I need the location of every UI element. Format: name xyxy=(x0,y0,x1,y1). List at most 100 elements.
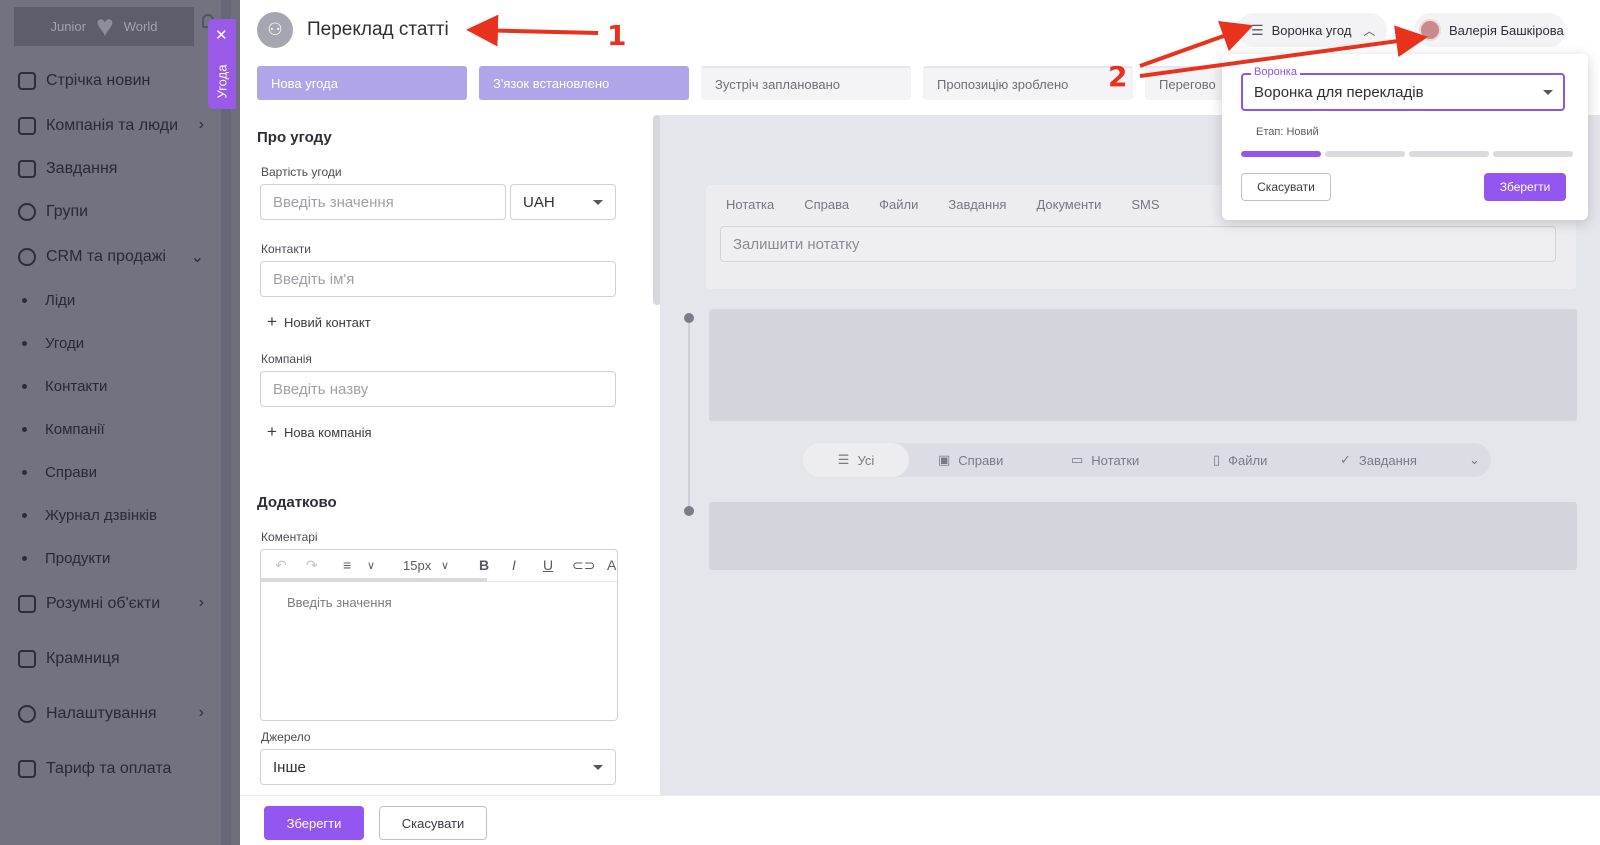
sidebar-subitem-leads[interactable]: Ліди xyxy=(22,287,75,313)
sidebar-item-smart-objects[interactable]: Розумні об'єкти › xyxy=(18,590,208,618)
filter-tasks[interactable]: ✓ Завдання xyxy=(1340,452,1417,468)
link-icon[interactable]: ⊂⊃ xyxy=(572,557,595,574)
chevron-down-icon: ⌄ xyxy=(190,249,204,266)
company-label: Компанія xyxy=(261,352,312,366)
sidebar-item-company[interactable]: Компанія та люди › xyxy=(18,112,208,140)
new-company-label: Нова компанія xyxy=(283,424,372,440)
sidebar-subitem-call-log[interactable]: Журнал дзвінків xyxy=(22,502,157,528)
sidebar-item-tasks[interactable]: Завдання xyxy=(18,155,208,183)
sidebar-item-label: Налаштування xyxy=(46,705,157,722)
timeline-line xyxy=(688,323,690,509)
sidebar-item-store[interactable]: Крамниця xyxy=(18,645,208,673)
new-company-link[interactable]: + Нова компанія xyxy=(267,422,372,442)
annotation-number-1: 1 xyxy=(607,19,627,52)
tab-case[interactable]: Справа xyxy=(804,197,849,212)
funnel-select[interactable]: Воронка Воронка для перекладів xyxy=(1241,66,1565,111)
comments-editor[interactable]: ↶ ↷ ≡ ∨ 15px ∨ B I U ⊂⊃ A Введіть значен… xyxy=(260,549,618,721)
deal-value-label: Вартість угоди xyxy=(261,165,342,179)
font-size-select[interactable]: 15px xyxy=(403,558,431,573)
chevron-down-icon[interactable]: ∨ xyxy=(441,559,449,572)
sidebar-subitem-contacts[interactable]: Контакти xyxy=(22,373,107,399)
sidebar-subitem-deals[interactable]: Угоди xyxy=(22,330,84,356)
list-icon: ☰ xyxy=(837,452,850,467)
tab-note[interactable]: Нотатка xyxy=(726,197,774,212)
sidebar-scrollbar[interactable] xyxy=(221,0,231,845)
popover-cancel-button[interactable]: Скасувати xyxy=(1241,173,1331,201)
caret-down-icon xyxy=(593,200,603,205)
calendar-icon: ▣ xyxy=(938,452,951,467)
sidebar-subitem-activities[interactable]: Справи xyxy=(22,459,97,485)
plus-icon: + xyxy=(267,422,277,441)
cancel-button[interactable]: Скасувати xyxy=(379,806,487,840)
filter-files[interactable]: ▯ Файли xyxy=(1213,452,1267,468)
close-icon[interactable]: ✕ xyxy=(215,28,228,43)
responsible-user-button[interactable]: Валерія Башкірова xyxy=(1414,13,1566,47)
funnel-button-label: Воронка угод xyxy=(1271,22,1352,38)
currency-value: UAH xyxy=(523,193,555,211)
source-select[interactable]: Інше xyxy=(260,749,616,785)
filter-icon: ☰ xyxy=(1251,21,1264,38)
home-icon xyxy=(18,72,36,90)
company-input[interactable]: Введіть назву xyxy=(260,371,616,407)
filter-all[interactable]: ☰ Усі xyxy=(803,443,909,477)
sidebar-item-news[interactable]: Стрічка новин xyxy=(18,67,208,95)
deal-value-input[interactable]: Введіть значення xyxy=(260,184,506,220)
deal-value-placeholder: Введіть значення xyxy=(273,193,394,211)
tab-files[interactable]: Файли xyxy=(879,197,918,212)
sidebar-subitem-companies[interactable]: Компанії xyxy=(22,416,105,442)
tab-sms[interactable]: SMS xyxy=(1131,197,1159,212)
chevron-down-icon[interactable]: ∨ xyxy=(367,559,375,572)
redo-icon[interactable]: ↷ xyxy=(306,557,318,574)
sidebar-item-billing[interactable]: Тариф та оплата xyxy=(18,755,208,783)
section-title-about: Про угоду xyxy=(257,129,332,146)
popover-save-button[interactable]: Зберегти xyxy=(1484,173,1566,201)
italic-icon[interactable]: I xyxy=(512,557,516,573)
sidebar-subitem-label: Компанії xyxy=(45,420,105,438)
undo-icon[interactable]: ↶ xyxy=(275,557,287,574)
stage-contact-established[interactable]: З'язок встановлено xyxy=(479,66,689,100)
filter-label: Завдання xyxy=(1358,452,1417,468)
contacts-input[interactable]: Введіть ім'я xyxy=(260,261,616,297)
file-icon: ▯ xyxy=(1213,452,1221,467)
stage-progress xyxy=(1241,151,1573,157)
sidebar-item-label: Групи xyxy=(46,203,89,220)
filter-notes[interactable]: ▭ Нотатки xyxy=(1071,452,1139,468)
page-title[interactable]: Переклад статті xyxy=(307,19,449,41)
sidebar-item-label: Крамниця xyxy=(46,650,120,667)
logo-text-left: Junior xyxy=(50,19,86,34)
tab-tasks[interactable]: Завдання xyxy=(948,197,1006,212)
sidebar-subitem-products[interactable]: Продукти xyxy=(22,545,110,571)
sidebar-item-groups[interactable]: Групи xyxy=(18,198,208,226)
sidebar-item-crm[interactable]: CRM та продажі ⌄ xyxy=(18,243,208,271)
company-placeholder: Введіть назву xyxy=(273,380,369,398)
funnel-selector-button[interactable]: ☰ Воронка угод ︿ xyxy=(1237,13,1387,47)
text-color-icon[interactable]: A xyxy=(607,557,616,573)
contacts-placeholder: Введіть ім'я xyxy=(273,270,355,288)
sidebar-subitem-label: Журнал дзвінків xyxy=(45,506,157,524)
heart-logo-icon: ♥ xyxy=(95,9,114,43)
save-button[interactable]: Зберегти xyxy=(264,806,364,840)
chevron-right-icon: › xyxy=(198,594,204,611)
note-input[interactable]: Залишити нотатку xyxy=(720,226,1556,262)
filter-label: Нотатки xyxy=(1091,452,1140,468)
currency-select[interactable]: UAH xyxy=(510,184,616,220)
bullet-icon xyxy=(22,426,27,432)
comment-icon: ▭ xyxy=(1071,452,1084,467)
stage-proposal-made[interactable]: Пропозицію зроблено xyxy=(923,66,1133,100)
deal-drawer-tab[interactable]: ✕ Угода xyxy=(208,19,236,109)
editor-toolbar: ↶ ↷ ≡ ∨ 15px ∨ B I U ⊂⊃ A xyxy=(261,550,617,582)
toolbar-scrollbar[interactable] xyxy=(261,578,487,582)
timeline-dot xyxy=(684,506,694,516)
tab-documents[interactable]: Документи xyxy=(1036,197,1101,212)
filter-cases[interactable]: ▣ Справи xyxy=(938,452,1003,468)
stage-meeting-scheduled[interactable]: Зустріч заплановано xyxy=(701,66,911,100)
chevron-down-icon[interactable]: ⌄ xyxy=(1469,452,1480,468)
stage-new-deal[interactable]: Нова угода xyxy=(257,66,467,100)
company-logo[interactable]: Junior ♥ World xyxy=(14,7,194,46)
store-icon xyxy=(18,650,36,668)
new-contact-link[interactable]: + Новий контакт xyxy=(267,312,371,332)
underline-icon[interactable]: U xyxy=(543,557,553,573)
sidebar-item-settings[interactable]: Налаштування › xyxy=(18,700,208,728)
bold-icon[interactable]: B xyxy=(479,557,489,573)
align-icon[interactable]: ≡ xyxy=(343,557,351,573)
